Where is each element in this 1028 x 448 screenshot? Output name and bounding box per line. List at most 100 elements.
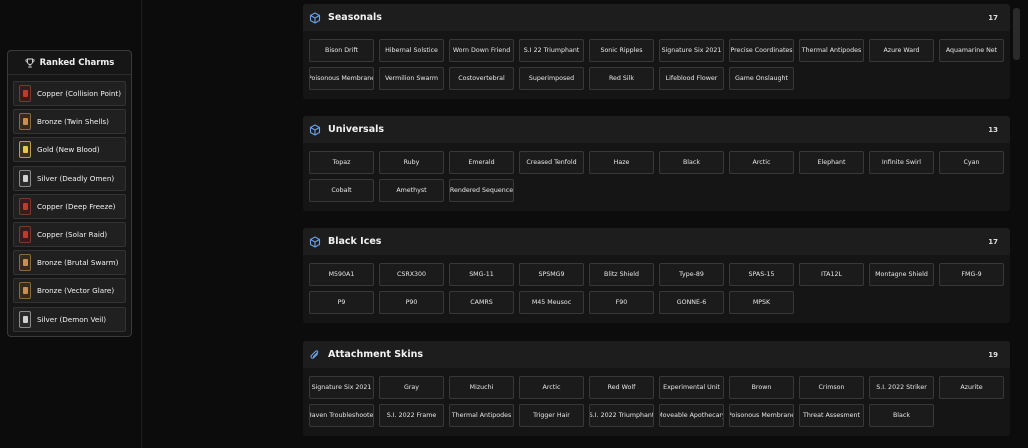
trophy-icon: [25, 58, 35, 68]
charm-item[interactable]: Gold (New Blood): [13, 137, 126, 163]
charm-item[interactable]: Bronze (Twin Shells): [13, 109, 126, 135]
skin-item[interactable]: CSRX300: [379, 263, 444, 286]
cube-icon: [309, 11, 321, 24]
skin-item[interactable]: GONNE-6: [659, 291, 724, 314]
skin-item[interactable]: Game Onslaught: [729, 67, 794, 90]
skin-item[interactable]: Blitz Shield: [589, 263, 654, 286]
skin-item[interactable]: SPSMG9: [519, 263, 584, 286]
charm-icon: [19, 141, 31, 159]
section-count: 17: [988, 237, 998, 246]
skin-item[interactable]: Vermilion Swarm: [379, 67, 444, 90]
charm-item[interactable]: Bronze (Brutal Swarm): [13, 250, 126, 276]
skin-item[interactable]: S.I. 2022 Striker: [869, 376, 934, 399]
section-header[interactable]: Seasonals 17: [303, 4, 1010, 31]
skin-item[interactable]: Poisonous Membrane: [309, 67, 374, 90]
skin-item[interactable]: Thermal Antipodes: [799, 39, 864, 62]
skin-item[interactable]: Mizuchi: [449, 376, 514, 399]
skin-item[interactable]: Worn Down Friend: [449, 39, 514, 62]
section-header[interactable]: Attachment Skins 19: [303, 341, 1010, 368]
charm-item[interactable]: Silver (Deadly Omen): [13, 165, 126, 191]
skin-item[interactable]: S.I 22 Triumphant: [519, 39, 584, 62]
charm-item[interactable]: Silver (Demon Veil): [13, 306, 126, 332]
skin-item[interactable]: Infinite Swirl: [869, 151, 934, 174]
section-title: Universals: [328, 124, 385, 135]
skin-item[interactable]: FMG-9: [939, 263, 1004, 286]
skin-item[interactable]: SMG-11: [449, 263, 514, 286]
skin-item[interactable]: Black: [869, 404, 934, 427]
left-pane: Ranked Charms Copper (Collision Point) Br…: [0, 0, 142, 448]
charm-label: Silver (Deadly Omen): [37, 173, 115, 183]
item-grid: Signature Six 2021 Gray Mizuchi Arctic Red W…: [303, 368, 1010, 436]
charm-item[interactable]: Bronze (Vector Glare): [13, 278, 126, 304]
skin-item[interactable]: Ruby: [379, 151, 444, 174]
skin-item[interactable]: Costovertebral: [449, 67, 514, 90]
skin-item[interactable]: Thermal Antipodes: [449, 404, 514, 427]
skin-item[interactable]: Poisonous Membrane: [729, 404, 794, 427]
skin-item[interactable]: Cyan: [939, 151, 1004, 174]
main-content: Seasonals 17 Bison Drift Hibernal Solstice W…: [303, 0, 1010, 448]
skin-item[interactable]: P9: [309, 291, 374, 314]
skin-item[interactable]: SPAS-15: [729, 263, 794, 286]
section-attachment-skins: Attachment Skins 19 Signature Six 2021 Gray…: [303, 341, 1010, 436]
skin-item[interactable]: Precise Coordinates: [729, 39, 794, 62]
skin-item[interactable]: Creased Tenfold: [519, 151, 584, 174]
charms-list: Copper (Collision Point) Bronze (Twin She…: [8, 75, 131, 332]
skin-item[interactable]: Amethyst: [379, 179, 444, 202]
item-grid: Bison Drift Hibernal Solstice Worn Down Fr…: [303, 31, 1010, 99]
skin-item[interactable]: Haze: [589, 151, 654, 174]
skin-item[interactable]: Crimson: [799, 376, 864, 399]
charm-label: Copper (Solar Raid): [37, 229, 108, 239]
skin-item[interactable]: Type-89: [659, 263, 724, 286]
skin-item[interactable]: Trigger Hair: [519, 404, 584, 427]
skin-item[interactable]: Lifeblood Flower: [659, 67, 724, 90]
charm-icon: [19, 169, 31, 187]
skin-item[interactable]: S.I. 2022 Frame: [379, 404, 444, 427]
charm-item[interactable]: Copper (Collision Point): [13, 81, 126, 106]
section-title: Seasonals: [328, 12, 382, 23]
skin-item[interactable]: Signature Six 2021: [659, 39, 724, 62]
skin-item[interactable]: Emerald: [449, 151, 514, 174]
skin-item[interactable]: Azure Ward: [869, 39, 934, 62]
skin-item[interactable]: Azurite: [939, 376, 1004, 399]
charm-item[interactable]: Copper (Solar Raid): [13, 221, 126, 247]
skin-item[interactable]: Threat Assesment: [799, 404, 864, 427]
charm-icon: [19, 254, 31, 272]
skin-item[interactable]: Haven Troubleshooter: [309, 404, 374, 427]
skin-item[interactable]: Cobalt: [309, 179, 374, 202]
charm-icon: [19, 85, 31, 102]
skin-item[interactable]: Black: [659, 151, 724, 174]
skin-item[interactable]: Gray: [379, 376, 444, 399]
skin-item[interactable]: Brown: [729, 376, 794, 399]
skin-item[interactable]: F90: [589, 291, 654, 314]
skin-item[interactable]: Red Wolf: [589, 376, 654, 399]
skin-item[interactable]: S.I. 2022 Triumphant: [589, 404, 654, 427]
section-header[interactable]: Universals 13: [303, 116, 1010, 143]
skin-item[interactable]: Elephant: [799, 151, 864, 174]
skin-item[interactable]: MPSK: [729, 291, 794, 314]
skin-item[interactable]: Arctic: [729, 151, 794, 174]
skin-item[interactable]: P90: [379, 291, 444, 314]
ranked-charms-header: Ranked Charms: [8, 51, 131, 75]
skin-item[interactable]: Experimental Unit: [659, 376, 724, 399]
charm-icon: [19, 310, 31, 328]
skin-item[interactable]: CAMRS: [449, 291, 514, 314]
skin-item[interactable]: Hibernal Solstice: [379, 39, 444, 62]
skin-item[interactable]: Topaz: [309, 151, 374, 174]
skin-item[interactable]: ITA12L: [799, 263, 864, 286]
skin-item[interactable]: Sonic Ripples: [589, 39, 654, 62]
skin-item[interactable]: M590A1: [309, 263, 374, 286]
skin-item[interactable]: Red Silk: [589, 67, 654, 90]
skin-item[interactable]: Superimposed: [519, 67, 584, 90]
section-header[interactable]: Black Ices 17: [303, 228, 1010, 255]
skin-item[interactable]: Arctic: [519, 376, 584, 399]
skin-item[interactable]: M45 Meusoc: [519, 291, 584, 314]
skin-item[interactable]: Signature Six 2021: [309, 376, 374, 399]
skin-item[interactable]: Aquamarine Net: [939, 39, 1004, 62]
item-grid: Topaz Ruby Emerald Creased Tenfold Haze Black…: [303, 143, 1010, 211]
skin-item[interactable]: Rendered Sequence: [449, 179, 514, 202]
charm-item[interactable]: Copper (Deep Freeze): [13, 193, 126, 219]
scrollbar-thumb[interactable]: [1013, 8, 1020, 60]
skin-item[interactable]: Moveable Apothecary: [659, 404, 724, 427]
skin-item[interactable]: Montagne Shield: [869, 263, 934, 286]
skin-item[interactable]: Bison Drift: [309, 39, 374, 62]
